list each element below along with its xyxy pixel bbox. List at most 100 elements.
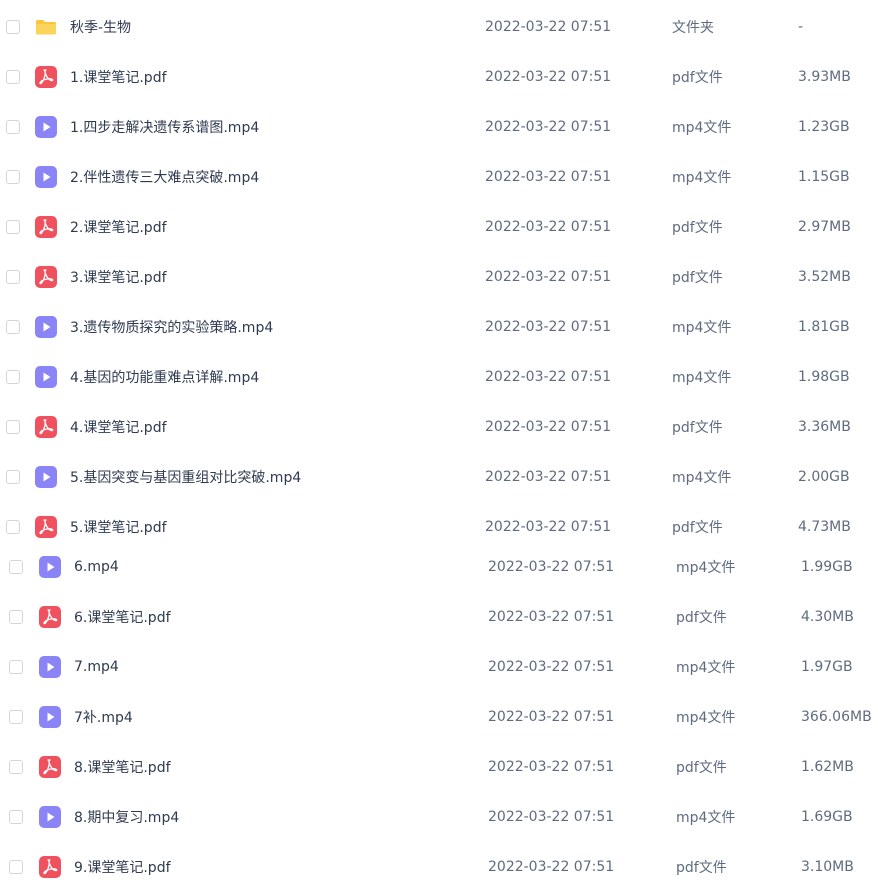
pdf-icon bbox=[38, 855, 62, 879]
file-row[interactable]: 3.课堂笔记.pdf 2022-03-22 07:51 pdf文件 3.52MB bbox=[0, 252, 878, 302]
file-name[interactable]: 5.课堂笔记.pdf bbox=[70, 517, 167, 537]
row-checkbox[interactable] bbox=[9, 710, 23, 724]
file-type: pdf文件 bbox=[676, 610, 727, 626]
folder-icon bbox=[34, 15, 58, 39]
row-checkbox[interactable] bbox=[9, 660, 23, 674]
file-date: 2022-03-22 07:51 bbox=[485, 369, 612, 385]
row-checkbox[interactable] bbox=[9, 860, 23, 874]
file-type: pdf文件 bbox=[672, 220, 723, 236]
row-checkbox[interactable] bbox=[9, 560, 23, 574]
file-name[interactable]: 2.伴性遗传三大难点突破.mp4 bbox=[70, 167, 259, 187]
row-checkbox[interactable] bbox=[6, 420, 20, 434]
file-date: 2022-03-22 07:51 bbox=[485, 469, 612, 485]
file-date: 2022-03-22 07:51 bbox=[488, 559, 615, 575]
file-date: 2022-03-22 07:51 bbox=[488, 759, 615, 775]
file-type: mp4文件 bbox=[672, 470, 732, 486]
file-date: 2022-03-22 07:51 bbox=[485, 419, 612, 435]
file-size: 3.52MB bbox=[798, 269, 851, 285]
file-type: pdf文件 bbox=[672, 270, 723, 286]
pdf-icon bbox=[34, 415, 58, 439]
file-name[interactable]: 4.课堂笔记.pdf bbox=[70, 417, 167, 437]
file-date: 2022-03-22 07:51 bbox=[488, 859, 615, 875]
file-row[interactable]: 6.mp4 2022-03-22 07:51 mp4文件 1.99GB bbox=[0, 542, 878, 592]
file-row[interactable]: 2.伴性遗传三大难点突破.mp4 2022-03-22 07:51 mp4文件 … bbox=[0, 152, 878, 202]
video-icon bbox=[34, 315, 58, 339]
file-row[interactable]: 8.期中复习.mp4 2022-03-22 07:51 mp4文件 1.69GB bbox=[0, 792, 878, 842]
video-icon bbox=[38, 705, 62, 729]
file-name[interactable]: 9.课堂笔记.pdf bbox=[74, 857, 171, 877]
file-size: 1.81GB bbox=[798, 319, 850, 335]
pdf-icon bbox=[34, 265, 58, 289]
video-icon bbox=[34, 165, 58, 189]
file-size: 1.62MB bbox=[801, 759, 854, 775]
row-checkbox[interactable] bbox=[6, 120, 20, 134]
file-type: pdf文件 bbox=[676, 760, 727, 776]
row-checkbox[interactable] bbox=[6, 170, 20, 184]
row-checkbox[interactable] bbox=[6, 370, 20, 384]
file-name[interactable]: 7.mp4 bbox=[74, 659, 119, 675]
file-name[interactable]: 7补.mp4 bbox=[74, 707, 133, 727]
file-name[interactable]: 5.基因突变与基因重组对比突破.mp4 bbox=[70, 467, 301, 487]
file-name[interactable]: 秋季-生物 bbox=[70, 17, 131, 37]
file-date: 2022-03-22 07:51 bbox=[485, 169, 612, 185]
row-checkbox[interactable] bbox=[9, 610, 23, 624]
file-row[interactable]: 2.课堂笔记.pdf 2022-03-22 07:51 pdf文件 2.97MB bbox=[0, 202, 878, 252]
file-date: 2022-03-22 07:51 bbox=[485, 69, 612, 85]
file-row[interactable]: 4.课堂笔记.pdf 2022-03-22 07:51 pdf文件 3.36MB bbox=[0, 402, 878, 452]
file-type: mp4文件 bbox=[676, 660, 736, 676]
file-type: mp4文件 bbox=[676, 710, 736, 726]
file-size: 366.06MB bbox=[801, 709, 872, 725]
video-icon bbox=[38, 555, 62, 579]
file-row[interactable]: 1.四步走解决遗传系谱图.mp4 2022-03-22 07:51 mp4文件 … bbox=[0, 102, 878, 152]
file-name[interactable]: 4.基因的功能重难点详解.mp4 bbox=[70, 367, 259, 387]
file-date: 2022-03-22 07:51 bbox=[485, 269, 612, 285]
row-checkbox[interactable] bbox=[6, 470, 20, 484]
file-name[interactable]: 3.课堂笔记.pdf bbox=[70, 267, 167, 287]
file-size: 4.73MB bbox=[798, 519, 851, 535]
file-date: 2022-03-22 07:51 bbox=[485, 19, 612, 35]
file-list: 秋季-生物 2022-03-22 07:51 文件夹 - 1.课堂笔记.pdf … bbox=[0, 0, 878, 893]
file-row[interactable]: 7补.mp4 2022-03-22 07:51 mp4文件 366.06MB bbox=[0, 692, 878, 742]
file-size: 1.98GB bbox=[798, 369, 850, 385]
file-name[interactable]: 3.遗传物质探究的实验策略.mp4 bbox=[70, 317, 273, 337]
file-type: pdf文件 bbox=[676, 860, 727, 876]
file-row[interactable]: 9.课堂笔记.pdf 2022-03-22 07:51 pdf文件 3.10MB bbox=[0, 842, 878, 892]
file-row[interactable]: 3.遗传物质探究的实验策略.mp4 2022-03-22 07:51 mp4文件… bbox=[0, 302, 878, 352]
file-row[interactable]: 7.mp4 2022-03-22 07:51 mp4文件 1.97GB bbox=[0, 642, 878, 692]
row-checkbox[interactable] bbox=[6, 70, 20, 84]
video-icon bbox=[34, 465, 58, 489]
file-row[interactable]: 1.课堂笔记.pdf 2022-03-22 07:51 pdf文件 3.93MB bbox=[0, 52, 878, 102]
file-row[interactable]: 4.基因的功能重难点详解.mp4 2022-03-22 07:51 mp4文件 … bbox=[0, 352, 878, 402]
file-name[interactable]: 8.期中复习.mp4 bbox=[74, 807, 179, 827]
row-checkbox[interactable] bbox=[6, 320, 20, 334]
file-name[interactable]: 2.课堂笔记.pdf bbox=[70, 217, 167, 237]
file-name[interactable]: 6.mp4 bbox=[74, 559, 119, 575]
file-name[interactable]: 8.课堂笔记.pdf bbox=[74, 757, 171, 777]
file-date: 2022-03-22 07:51 bbox=[485, 119, 612, 135]
file-row[interactable]: 8.课堂笔记.pdf 2022-03-22 07:51 pdf文件 1.62MB bbox=[0, 742, 878, 792]
pdf-icon bbox=[34, 215, 58, 239]
row-checkbox[interactable] bbox=[6, 520, 20, 534]
video-icon bbox=[38, 805, 62, 829]
file-size: - bbox=[798, 19, 804, 35]
file-row[interactable]: 秋季-生物 2022-03-22 07:51 文件夹 - bbox=[0, 2, 878, 52]
row-checkbox[interactable] bbox=[6, 270, 20, 284]
file-date: 2022-03-22 07:51 bbox=[488, 659, 615, 675]
file-size: 3.10MB bbox=[801, 859, 854, 875]
file-name[interactable]: 1.四步走解决遗传系谱图.mp4 bbox=[70, 117, 259, 137]
row-checkbox[interactable] bbox=[6, 220, 20, 234]
file-date: 2022-03-22 07:51 bbox=[488, 809, 615, 825]
file-date: 2022-03-22 07:51 bbox=[485, 519, 612, 535]
row-checkbox[interactable] bbox=[6, 20, 20, 34]
row-checkbox[interactable] bbox=[9, 810, 23, 824]
row-checkbox[interactable] bbox=[9, 760, 23, 774]
file-name[interactable]: 6.课堂笔记.pdf bbox=[74, 607, 171, 627]
file-size: 3.93MB bbox=[798, 69, 851, 85]
file-name[interactable]: 1.课堂笔记.pdf bbox=[70, 67, 167, 87]
file-row[interactable]: 6.课堂笔记.pdf 2022-03-22 07:51 pdf文件 4.30MB bbox=[0, 592, 878, 642]
file-type: mp4文件 bbox=[676, 560, 736, 576]
file-type: pdf文件 bbox=[672, 520, 723, 536]
file-row[interactable]: 5.基因突变与基因重组对比突破.mp4 2022-03-22 07:51 mp4… bbox=[0, 452, 878, 502]
file-size: 1.23GB bbox=[798, 119, 850, 135]
file-size: 3.36MB bbox=[798, 419, 851, 435]
